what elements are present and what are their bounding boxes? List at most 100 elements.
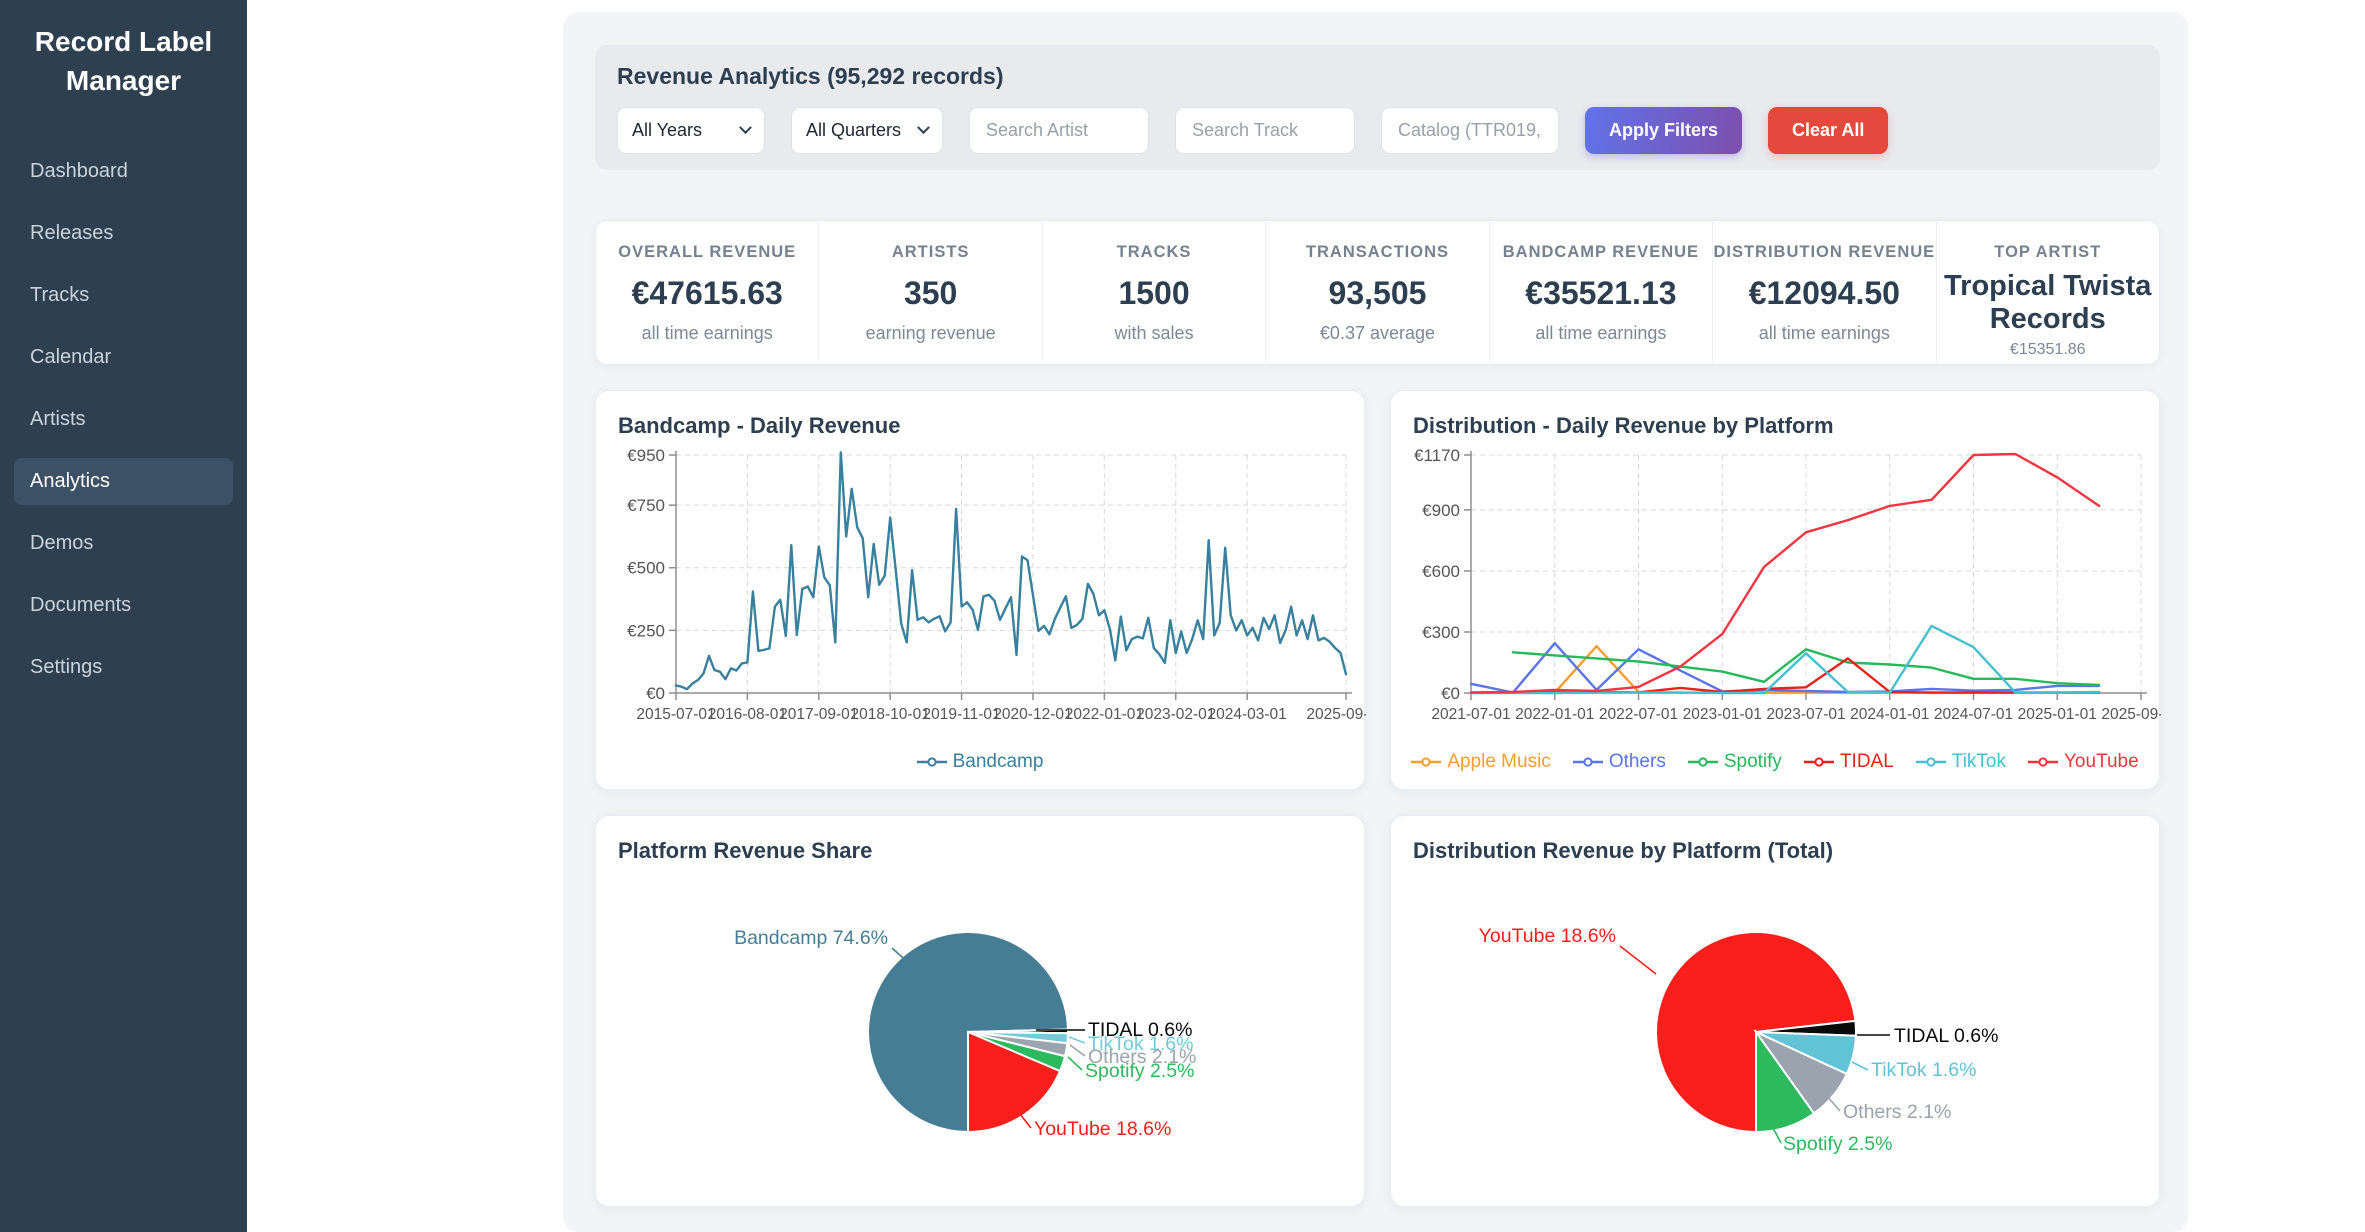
svg-text:TIDAL 0.6%: TIDAL 0.6% (1894, 1025, 1998, 1047)
stat-label: TRACKS (1043, 243, 1265, 262)
svg-text:€250: €250 (627, 621, 665, 640)
legend-item-spotify[interactable]: Spotify (1688, 751, 1782, 773)
stat-bandcamp-revenue: BANDCAMP REVENUE €35521.13 all time earn… (1490, 221, 1713, 364)
legend-item-youtube[interactable]: YouTube (2028, 751, 2139, 773)
legend-marker-icon (2028, 756, 2058, 768)
year-select-value: All Years (632, 120, 702, 141)
distribution-revenue-total-card: Distribution Revenue by Platform (Total)… (1390, 815, 2160, 1207)
sidebar-item-documents[interactable]: Documents (14, 582, 233, 629)
legend-item-tidal[interactable]: TIDAL (1804, 751, 1894, 773)
stat-label: TRANSACTIONS (1266, 243, 1488, 262)
sidebar-item-tracks[interactable]: Tracks (14, 272, 233, 319)
sidebar-item-releases[interactable]: Releases (14, 210, 233, 257)
legend-label: Apple Music (1447, 751, 1551, 773)
svg-text:€0: €0 (1441, 684, 1460, 703)
stat-value: 93,505 (1266, 275, 1488, 312)
sidebar-item-analytics[interactable]: Analytics (14, 458, 233, 505)
legend-item-bandcamp[interactable]: Bandcamp (917, 751, 1044, 773)
legend-marker-icon (1688, 756, 1718, 768)
legend-marker-icon (1916, 756, 1946, 768)
quarter-select-value: All Quarters (806, 120, 901, 141)
svg-text:2016-08-01: 2016-08-01 (708, 706, 787, 723)
search-track-input[interactable] (1175, 107, 1355, 154)
svg-text:YouTube 18.6%: YouTube 18.6% (1034, 1118, 1171, 1140)
sidebar-item-calendar[interactable]: Calendar (14, 334, 233, 381)
svg-text:Others 2.1%: Others 2.1% (1843, 1101, 1951, 1123)
legend-label: Others (1609, 751, 1666, 773)
svg-text:2018-10-01: 2018-10-01 (851, 706, 930, 723)
svg-text:€500: €500 (627, 559, 665, 578)
svg-text:2023-01-01: 2023-01-01 (1683, 706, 1762, 723)
svg-text:Spotify 2.5%: Spotify 2.5% (1783, 1133, 1892, 1155)
stat-label: BANDCAMP REVENUE (1490, 243, 1712, 262)
chart-legend: Bandcamp (596, 751, 1364, 773)
legend-marker-icon (1411, 756, 1441, 768)
sidebar-item-dashboard[interactable]: Dashboard (14, 148, 233, 195)
chart-title: Distribution - Daily Revenue by Platform (1413, 413, 1834, 439)
svg-text:€950: €950 (627, 446, 665, 465)
svg-text:2025-01-01: 2025-01-01 (2018, 706, 2097, 723)
svg-text:2022-01-01: 2022-01-01 (1515, 706, 1594, 723)
legend-item-others[interactable]: Others (1573, 751, 1666, 773)
stat-sub: all time earnings (596, 323, 818, 344)
apply-filters-button[interactable]: Apply Filters (1585, 107, 1742, 154)
legend-marker-icon (1573, 756, 1603, 768)
sidebar-item-artists[interactable]: Artists (14, 396, 233, 443)
svg-text:2019-11-01: 2019-11-01 (923, 706, 1001, 723)
legend-item-tiktok[interactable]: TikTok (1916, 751, 2006, 773)
quarter-select[interactable]: All Quarters (791, 107, 943, 154)
svg-text:2025-09-01: 2025-09-01 (1306, 706, 1366, 723)
app-title: Record Label Manager (29, 22, 219, 100)
stat-label: TOP ARTIST (1937, 243, 2159, 262)
stat-sub: €15351.86 (1937, 341, 2159, 359)
catalog-input[interactable] (1381, 107, 1559, 154)
stats-card: OVERALL REVENUE €47615.63 all time earni… (595, 220, 2160, 365)
legend-label: TikTok (1952, 751, 2006, 773)
sidebar-item-demos[interactable]: Demos (14, 520, 233, 567)
svg-text:2024-03-01: 2024-03-01 (1207, 706, 1286, 723)
svg-text:TikTok 1.6%: TikTok 1.6% (1871, 1059, 1976, 1081)
clear-all-button[interactable]: Clear All (1768, 107, 1888, 154)
bandcamp-line-chart: €0€250€500€750€9502015-07-012016-08-0120… (596, 443, 1366, 743)
sidebar: Record Label Manager Dashboard Releases … (0, 0, 247, 1232)
stat-distribution-revenue: DISTRIBUTION REVENUE €12094.50 all time … (1713, 221, 1936, 364)
stat-value: €35521.13 (1490, 275, 1712, 312)
svg-text:€300: €300 (1422, 623, 1460, 642)
filter-panel: Revenue Analytics (95,292 records) All Y… (595, 45, 2160, 170)
legend-label: YouTube (2064, 751, 2139, 773)
legend-label: TIDAL (1840, 751, 1894, 773)
sidebar-nav: Dashboard Releases Tracks Calendar Artis… (0, 148, 247, 691)
svg-text:€1170: €1170 (1414, 446, 1460, 465)
svg-text:Spotify 2.5%: Spotify 2.5% (1085, 1060, 1194, 1082)
svg-text:2022-01-01: 2022-01-01 (1065, 706, 1144, 723)
stat-sub: €0.37 average (1266, 323, 1488, 344)
sidebar-item-settings[interactable]: Settings (14, 644, 233, 691)
svg-text:2024-01-01: 2024-01-01 (1850, 706, 1929, 723)
svg-text:2017-09-01: 2017-09-01 (779, 706, 858, 723)
svg-text:2023-07-01: 2023-07-01 (1766, 706, 1845, 723)
stat-value: 350 (819, 275, 1041, 312)
stat-label: DISTRIBUTION REVENUE (1713, 243, 1935, 262)
svg-text:Bandcamp 74.6%: Bandcamp 74.6% (734, 927, 888, 949)
stat-label: ARTISTS (819, 243, 1041, 262)
distribution-revenue-total-pie: YouTube 18.6%TIDAL 0.6%TikTok 1.6%Others… (1391, 861, 2161, 1196)
legend-item-apple-music[interactable]: Apple Music (1411, 751, 1551, 773)
stat-value: 1500 (1043, 275, 1265, 312)
distribution-daily-revenue-chart-card: Distribution - Daily Revenue by Platform… (1390, 390, 2160, 790)
svg-text:2015-07-01: 2015-07-01 (636, 706, 715, 723)
stat-tracks: TRACKS 1500 with sales (1043, 221, 1266, 364)
platform-revenue-share-card: Platform Revenue Share Bandcamp 74.6%TID… (595, 815, 1365, 1207)
svg-text:2021-07-01: 2021-07-01 (1431, 706, 1510, 723)
stat-value: €47615.63 (596, 275, 818, 312)
year-select[interactable]: All Years (617, 107, 765, 154)
stat-sub: all time earnings (1490, 323, 1712, 344)
svg-text:2025-09-01: 2025-09-01 (2101, 706, 2161, 723)
stat-value: €12094.50 (1713, 275, 1935, 312)
revenue-analytics-heading: Revenue Analytics (95,292 records) (617, 63, 1004, 90)
chart-title: Bandcamp - Daily Revenue (618, 413, 900, 439)
platform-revenue-share-pie: Bandcamp 74.6%TIDAL 0.6%TikTok 1.6%Other… (596, 861, 1366, 1196)
search-artist-input[interactable] (969, 107, 1149, 154)
svg-text:2022-07-01: 2022-07-01 (1599, 706, 1678, 723)
stat-overall-revenue: OVERALL REVENUE €47615.63 all time earni… (596, 221, 819, 364)
filter-controls: All Years All Quarters Apply Filters Cle… (617, 107, 1888, 154)
